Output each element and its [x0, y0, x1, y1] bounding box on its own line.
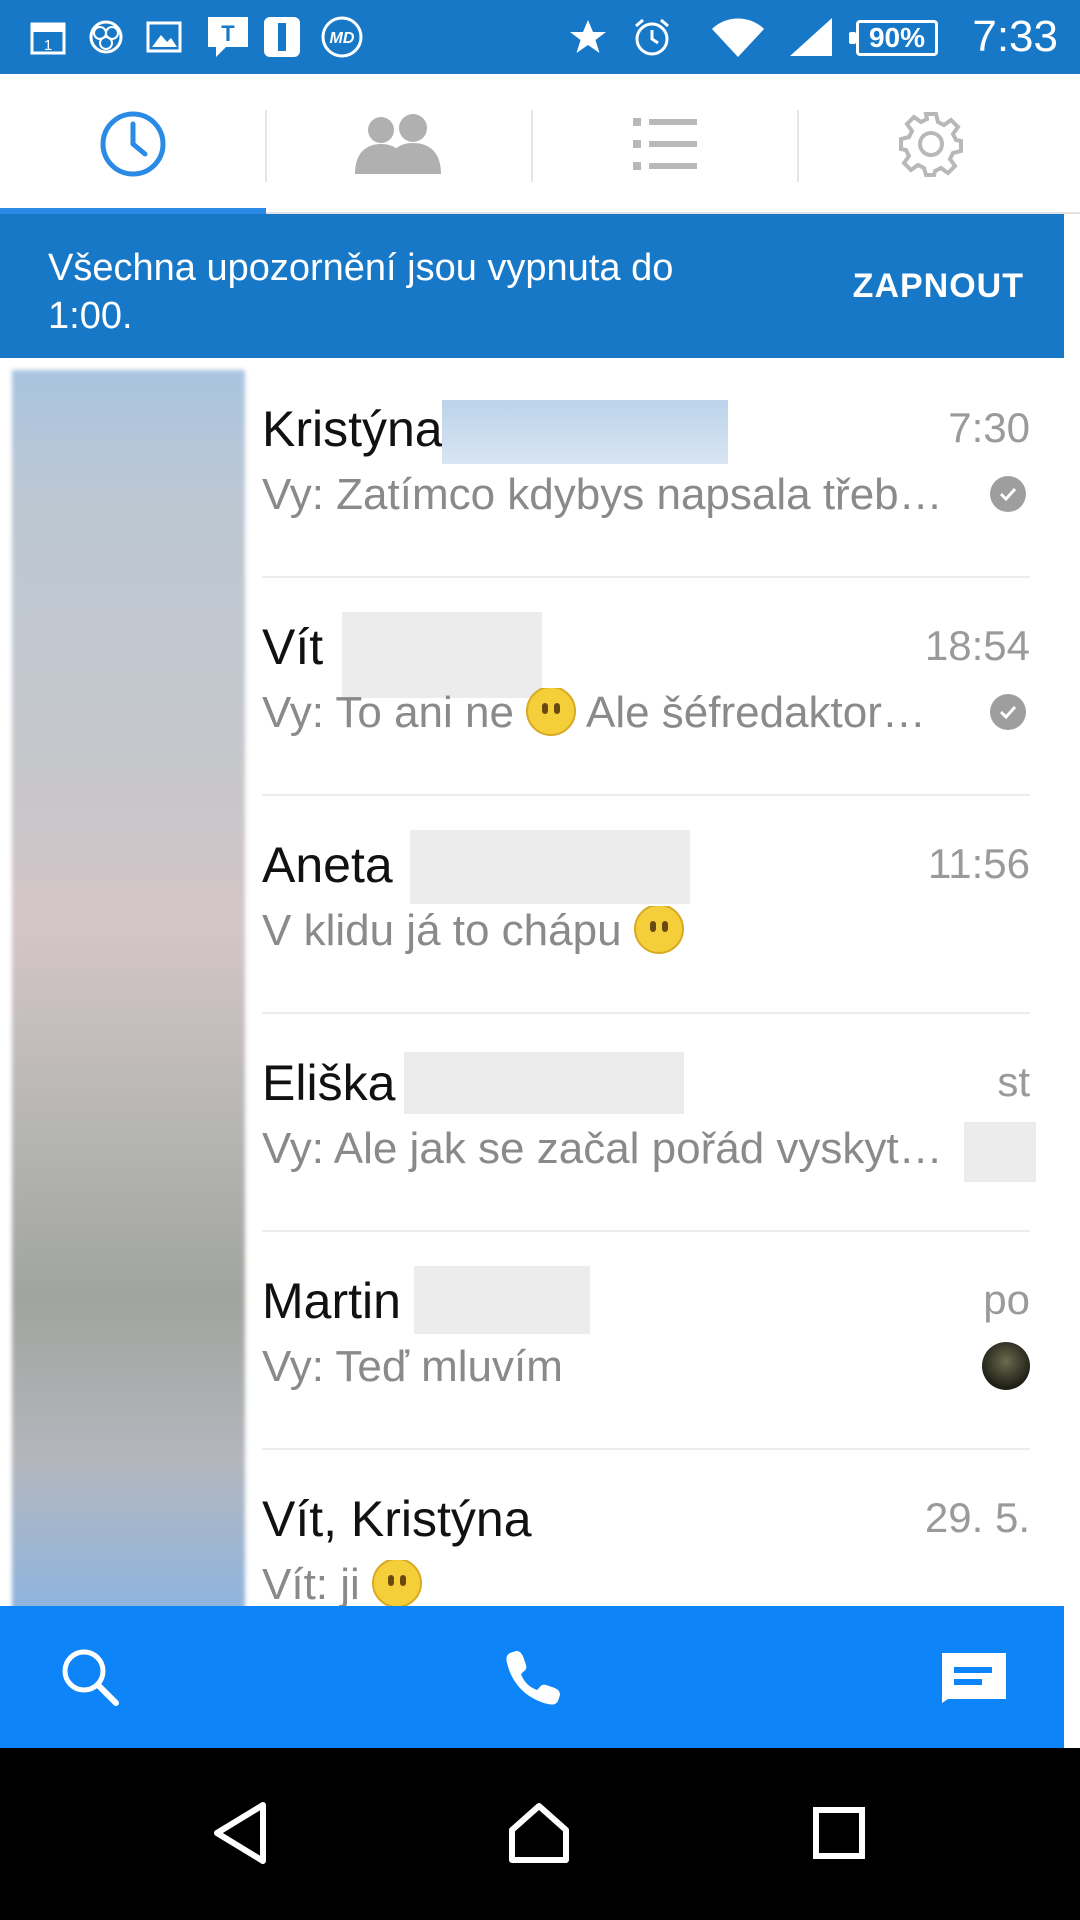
search-icon	[62, 1649, 119, 1706]
system-nav-bar	[0, 1748, 1080, 1920]
contact-name: Kristýna	[262, 401, 443, 457]
people-icon	[355, 114, 441, 174]
battery-indicator: 90%	[849, 20, 938, 56]
home-button[interactable]	[484, 1778, 594, 1888]
t-app-icon: T	[204, 12, 252, 62]
conversation-row[interactable]: Eliška st Vy: Ale jak se začal pořád vys…	[262, 1012, 1036, 1230]
tab-lists[interactable]	[532, 74, 798, 214]
svg-text:1: 1	[44, 37, 52, 54]
last-message: Vy: To ani ne Ale šéfredaktor…	[262, 688, 926, 737]
i-app-icon	[262, 12, 302, 62]
contact-name: Vít	[262, 619, 324, 675]
status-bar: 1 T MD 90% 7:33	[0, 0, 1080, 74]
back-icon	[214, 1802, 266, 1864]
wifi-icon	[708, 12, 768, 62]
recents-button[interactable]	[784, 1778, 894, 1888]
new-message-icon	[942, 1653, 1006, 1703]
conversation-row[interactable]: Aneta 11:56 V klidu já to chápu	[262, 794, 1030, 1012]
tab-settings[interactable]	[798, 74, 1064, 214]
calendar-icon: 1	[28, 12, 68, 62]
home-icon	[509, 1803, 569, 1863]
alarm-icon	[630, 12, 674, 62]
redacted-surname	[442, 400, 728, 464]
last-message: Vy: Zatímco kdybys napsala třeb…	[262, 470, 943, 519]
message-time: 7:30	[948, 404, 1030, 451]
tab-recent[interactable]	[0, 74, 266, 216]
signal-icon	[786, 12, 836, 62]
bottom-action-bar	[0, 1606, 1064, 1748]
image-icon	[144, 12, 184, 62]
new-message-button[interactable]	[914, 1606, 1034, 1748]
smiling-emoji-icon	[633, 906, 684, 955]
redacted-surname	[410, 830, 690, 904]
contact-name: Vít, Kristýna	[262, 1491, 532, 1547]
message-time: st	[997, 1058, 1030, 1105]
search-button[interactable]	[30, 1606, 150, 1748]
last-message: V klidu já to chápu	[262, 906, 962, 958]
notifications-muted-banner: Všechna upozornění jsou vypnuta do 1:00.…	[0, 214, 1064, 358]
turn-on-button[interactable]: ZAPNOUT	[853, 258, 1024, 314]
phone-icon	[506, 1651, 560, 1705]
message-time: po	[983, 1276, 1030, 1323]
banner-text: Všechna upozornění jsou vypnuta do 1:00.	[48, 247, 674, 337]
redacted-surname	[414, 1266, 590, 1334]
redacted-surname	[404, 1052, 684, 1114]
conversation-row[interactable]: Vít, Kristýna 29. 5. Vít: ji	[262, 1448, 1030, 1606]
smiley-emoji-icon	[372, 1560, 423, 1606]
contact-name: Eliška	[262, 1055, 396, 1111]
conversation-row[interactable]: Kristýna 7:30 Vy: Zatímco kdybys napsala…	[262, 358, 1030, 576]
svg-text:MD: MD	[330, 30, 355, 47]
clock-icon	[100, 111, 166, 177]
conversation-row[interactable]: Martin po Vy: Teď mluvím	[262, 1230, 1030, 1448]
star-icon	[566, 12, 610, 62]
tab-bar	[0, 74, 1080, 216]
last-message: Vy: Ale jak se začal pořád vyskyt…	[262, 1124, 943, 1173]
recents-icon	[813, 1807, 865, 1859]
tab-people[interactable]	[266, 74, 532, 214]
sent-check-icon	[990, 694, 1026, 730]
back-button[interactable]	[186, 1778, 296, 1888]
last-message: Vy: Teď mluvím	[262, 1342, 563, 1391]
message-time: 18:54	[924, 622, 1030, 669]
redacted-status	[964, 1122, 1036, 1182]
contact-name: Martin	[262, 1273, 401, 1329]
conversation-row[interactable]: Vít 18:54 Vy: To ani ne Ale šéfredaktor…	[262, 576, 1030, 794]
clock-time: 7:33	[972, 12, 1058, 61]
svg-text:T: T	[221, 21, 235, 46]
list-icon	[633, 118, 697, 170]
contact-name: Aneta	[262, 837, 393, 893]
message-time: 11:56	[928, 840, 1030, 887]
redacted-surname	[342, 612, 542, 698]
sent-check-icon	[990, 476, 1026, 512]
md-app-icon: MD	[318, 12, 366, 62]
call-button[interactable]	[472, 1606, 592, 1748]
smiley-emoji-icon	[526, 688, 577, 737]
conversation-list[interactable]: Kristýna 7:30 Vy: Zatímco kdybys napsala…	[0, 358, 1064, 1606]
app-notification-icon	[86, 12, 126, 62]
seen-by-avatar	[982, 1342, 1030, 1390]
message-time: 29. 5.	[924, 1494, 1030, 1541]
gear-icon	[899, 112, 963, 177]
last-message: Vít: ji	[262, 1560, 962, 1606]
blurred-avatars	[12, 370, 245, 1606]
